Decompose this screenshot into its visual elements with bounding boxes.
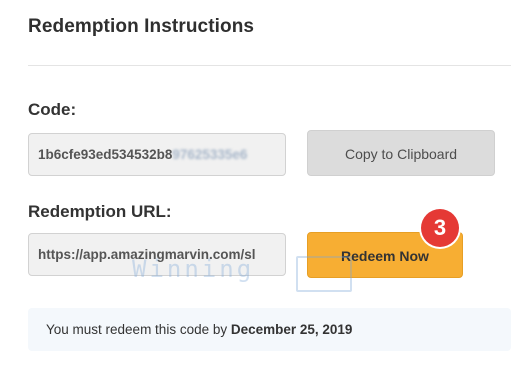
redemption-url-label: Redemption URL: bbox=[28, 202, 172, 221]
notice-text: You must redeem this code by bbox=[46, 322, 231, 337]
copy-to-clipboard-button[interactable]: Copy to Clipboard bbox=[307, 130, 495, 176]
code-label: Code: bbox=[28, 100, 77, 119]
page-title: Redemption Instructions bbox=[28, 16, 255, 37]
watermark-text: Winning bbox=[132, 255, 255, 283]
code-field[interactable]: 1b6cfe93ed534532b897625335e6 bbox=[28, 133, 286, 176]
redeem-deadline-notice: You must redeem this code by December 25… bbox=[28, 308, 511, 351]
code-value: 1b6cfe93ed534532b8 bbox=[38, 147, 173, 162]
code-value-obscured: 97625335e6 bbox=[172, 147, 248, 162]
notice-deadline: December 25, 2019 bbox=[230, 322, 353, 337]
step-number-badge: 3 bbox=[421, 209, 459, 247]
header-divider bbox=[28, 65, 511, 66]
watermark-logo bbox=[296, 256, 352, 292]
redemption-panel: Redemption Instructions Code: 1b6cfe93ed… bbox=[0, 0, 511, 368]
